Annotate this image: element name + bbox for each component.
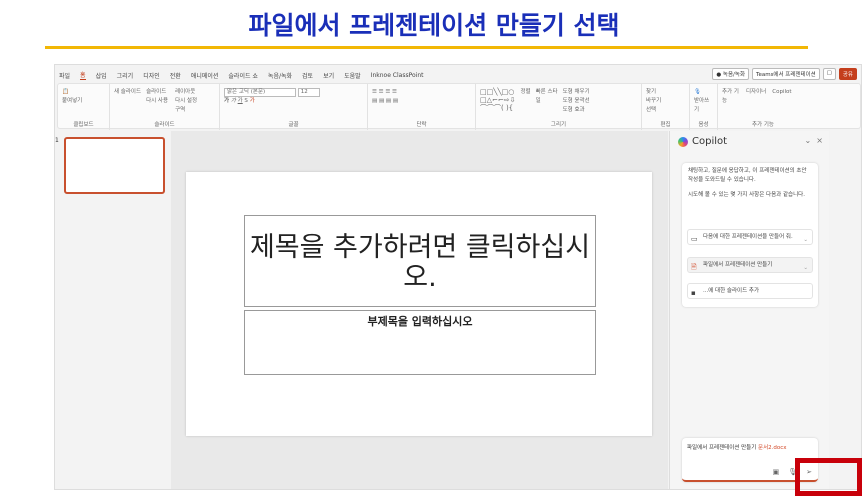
tab-draw[interactable]: 그리기 bbox=[117, 71, 134, 80]
suggestion-create-presentation[interactable]: ▭ 다음에 대한 프레젠테이션을 만들어 줘. ⌄ bbox=[687, 229, 813, 245]
group-clipboard: 📋 붙여넣기 클립보드 bbox=[58, 84, 110, 130]
suggestion-create-from-file[interactable]: 🗎 파일에서 프레젠테이션 만들기 ⌄ bbox=[687, 257, 813, 273]
tab-view[interactable]: 보기 bbox=[323, 71, 334, 80]
group-drawing: □□╲╲□○ □△⌐⌐⇨⇩ ⌒⌒⌒( ){ 정렬 빠른 스타일 도형 채우기도형 윤… bbox=[476, 84, 642, 130]
pane-controls: ⌄ × bbox=[805, 136, 824, 145]
highlight-box bbox=[795, 458, 862, 496]
slide-thumbnails-pane: 1 bbox=[55, 131, 171, 489]
copilot-header: Copilot bbox=[678, 136, 727, 147]
section-button[interactable]: 구역 bbox=[175, 107, 185, 113]
copilot-button[interactable]: Copilot bbox=[772, 88, 791, 106]
shape-outline-button[interactable]: 도형 윤곽선 bbox=[563, 98, 590, 104]
group-voice: 🎙 받아쓰기 음성 bbox=[690, 84, 718, 130]
tab-design[interactable]: 디자인 bbox=[143, 71, 160, 80]
page-heading: 파일에서 프레젠테이션 만들기 선택 bbox=[248, 11, 620, 40]
copilot-welcome-card: 채팅하고, 질문에 응답하고, 이 프레젠테이션의 초안 작성을 도와드릴 수 … bbox=[682, 163, 818, 307]
powerpoint-window: 파일 홈 삽입 그리기 디자인 전환 애니메이션 슬라이드 쇼 녹음/녹화 검토… bbox=[54, 64, 862, 490]
tab-animations[interactable]: 애니메이션 bbox=[191, 71, 219, 80]
bold-button[interactable]: 가 bbox=[224, 98, 229, 104]
add-slide-icon: ▪ bbox=[691, 289, 696, 297]
file-reference: 문서2.docx bbox=[758, 445, 787, 451]
underline-button[interactable]: 가 bbox=[238, 98, 243, 104]
dictate-button[interactable]: 🎙 받아쓰기 bbox=[694, 88, 713, 115]
try-text: 시도해 볼 수 있는 몇 가지 사항은 다음과 같습니다. bbox=[688, 192, 805, 198]
arrange-button[interactable]: 정렬 bbox=[520, 88, 530, 115]
paragraph-controls[interactable]: ☰ ☰ ☰ ☰ ▤ ▤ ▤ ▤ bbox=[372, 88, 471, 106]
title-placeholder[interactable]: 제목을 추가하려면 클릭하십시오. bbox=[244, 215, 596, 307]
copilot-pane: Copilot ⌄ × 채팅하고, 질문에 응답하고, 이 프레젠테이션의 초안… bbox=[669, 131, 829, 489]
font-color-button[interactable]: 가 bbox=[250, 98, 255, 104]
group-paragraph: ☰ ☰ ☰ ☰ ▤ ▤ ▤ ▤ 단락 bbox=[368, 84, 476, 130]
group-editing: 찾기 바꾸기 선택 편집 bbox=[642, 84, 690, 130]
italic-button[interactable]: 가 bbox=[231, 98, 236, 104]
slide-number: 1 bbox=[55, 137, 59, 144]
chevron-down-icon[interactable]: ⌄ bbox=[805, 136, 812, 145]
layout-button[interactable]: 레이아웃 bbox=[175, 89, 195, 95]
paste-icon: 📋 bbox=[62, 89, 69, 95]
shape-effects-button[interactable]: 도형 효과 bbox=[563, 107, 585, 113]
close-icon[interactable]: × bbox=[816, 136, 823, 145]
suggestion-add-slide[interactable]: ▪ ...에 대한 슬라이드 추가 bbox=[687, 283, 813, 299]
slides-icon: ▭ bbox=[691, 235, 698, 243]
tab-file[interactable]: 파일 bbox=[59, 71, 70, 80]
tab-transitions[interactable]: 전환 bbox=[170, 71, 181, 80]
tab-insert[interactable]: 삽입 bbox=[96, 71, 107, 80]
replace-button[interactable]: 바꾸기 bbox=[646, 98, 661, 104]
addins-button[interactable]: 추가 기능 bbox=[722, 88, 740, 106]
tab-record[interactable]: 녹음/녹화 bbox=[268, 71, 292, 80]
tab-help[interactable]: 도움말 bbox=[344, 71, 361, 80]
slide-thumbnail-1[interactable] bbox=[64, 137, 165, 194]
find-button[interactable]: 찾기 bbox=[646, 89, 656, 95]
ribbon-tabs: 파일 홈 삽입 그리기 디자인 전환 애니메이션 슬라이드 쇼 녹음/녹화 검토… bbox=[55, 68, 424, 82]
reuse-slides-button[interactable]: 슬라이드 다시 사용 bbox=[146, 88, 170, 115]
file-icon: 🗎 bbox=[691, 263, 697, 271]
new-slide-button[interactable]: 새 슬라이드 bbox=[114, 88, 141, 115]
designer-button[interactable]: 디자이너 bbox=[746, 88, 766, 106]
font-name-select[interactable]: 맑은 고딕 (본문) bbox=[224, 88, 296, 97]
tab-classpoint[interactable]: Inknoe ClassPoint bbox=[371, 72, 424, 79]
microphone-icon: 🎙 bbox=[694, 89, 701, 95]
select-button[interactable]: 선택 bbox=[646, 107, 656, 113]
group-font: 맑은 고딕 (본문) 12 가 가 가 S 가 글꼴 bbox=[220, 84, 368, 130]
group-addins: 추가 기능 디자이너 Copilot 추가 기능 bbox=[722, 88, 792, 128]
teams-present-button[interactable]: Teams에서 프레젠테이션 bbox=[752, 68, 820, 80]
top-buttons: ● 녹음/녹화 Teams에서 프레젠테이션 ▢ 공유 bbox=[712, 68, 857, 80]
prompt-guide-icon[interactable]: ▣ bbox=[773, 468, 780, 476]
tab-home[interactable]: 홈 bbox=[80, 70, 86, 80]
shape-fill-button[interactable]: 도형 채우기 bbox=[563, 89, 590, 95]
paste-button[interactable]: 📋 붙여넣기 bbox=[62, 88, 105, 106]
tab-review[interactable]: 검토 bbox=[302, 71, 313, 80]
heading-underline bbox=[45, 46, 808, 49]
copilot-title: Copilot bbox=[692, 136, 728, 147]
ribbon: 📋 붙여넣기 클립보드 새 슬라이드 슬라이드 다시 사용 레이아웃다시 설정구역… bbox=[57, 83, 861, 130]
reset-button[interactable]: 다시 설정 bbox=[175, 98, 197, 104]
shapes-gallery[interactable]: □□╲╲□○ □△⌐⌐⇨⇩ ⌒⌒⌒( ){ bbox=[480, 88, 515, 115]
tab-slideshow[interactable]: 슬라이드 쇼 bbox=[228, 71, 258, 80]
slide-canvas: 제목을 추가하려면 클릭하십시오. 부제목을 입력하십시오 bbox=[186, 172, 652, 436]
slide-editor: 제목을 추가하려면 클릭하십시오. 부제목을 입력하십시오 bbox=[171, 131, 668, 489]
subtitle-placeholder[interactable]: 부제목을 입력하십시오 bbox=[244, 310, 596, 375]
copilot-logo-icon bbox=[678, 136, 688, 147]
comments-button[interactable]: ▢ bbox=[822, 68, 836, 80]
intro-text: 채팅하고, 질문에 응답하고, 이 프레젠테이션의 초안 작성을 도와드릴 수 … bbox=[688, 168, 807, 183]
quick-styles-button[interactable]: 빠른 스타일 bbox=[536, 88, 558, 115]
group-slides: 새 슬라이드 슬라이드 다시 사용 레이아웃 다시 설정 구역 슬라이드 bbox=[110, 84, 220, 130]
record-button[interactable]: ● 녹음/녹화 bbox=[712, 68, 750, 80]
share-button[interactable]: 공유 bbox=[838, 68, 857, 80]
font-size-select[interactable]: 12 bbox=[297, 88, 320, 97]
